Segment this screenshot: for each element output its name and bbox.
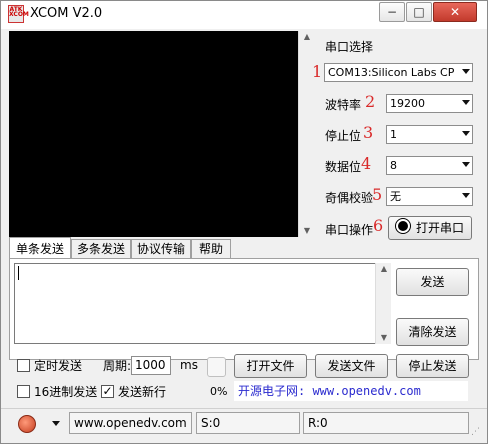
chevron-down-icon[interactable] xyxy=(52,421,60,426)
sent-count: S:0 xyxy=(196,412,300,434)
clear-send-button[interactable]: 清除发送 xyxy=(396,318,469,346)
hex-send-label: 16进制发送 xyxy=(34,385,98,399)
receive-text-area[interactable] xyxy=(9,31,298,237)
promo-banner[interactable]: 开源电子网: www.openedv.com xyxy=(234,381,468,401)
period-input[interactable]: 1000 xyxy=(131,356,171,375)
hex-send-checkbox[interactable] xyxy=(17,385,30,398)
send-button[interactable]: 发送 xyxy=(396,268,469,296)
databit-select-value: 8 xyxy=(390,159,397,172)
open-port-label: 打开串口 xyxy=(415,221,464,235)
scroll-up-arrow-icon[interactable]: ▲ xyxy=(376,263,392,275)
window-title: XCOM V2.0 xyxy=(30,6,103,21)
open-file-button[interactable]: 打开文件 xyxy=(234,354,307,378)
databit-index-marker: 4 xyxy=(361,154,372,173)
timed-send-checkbox[interactable] xyxy=(17,359,30,372)
tab-single-send[interactable]: 单条发送 xyxy=(9,237,71,259)
databit-label: 数据位 xyxy=(325,160,362,174)
send-scrollbar[interactable]: ▲ ▼ xyxy=(375,263,391,344)
app-logo-icon: ATK XCOM xyxy=(8,5,29,23)
resize-grip-icon[interactable]: ⋰ xyxy=(471,427,480,437)
port-select-label: 串口选择 xyxy=(325,40,374,54)
parity-select[interactable]: 无 xyxy=(386,187,473,206)
scroll-down-arrow-icon[interactable]: ▼ xyxy=(299,225,315,237)
stopbit-index-marker: 3 xyxy=(363,123,374,142)
parity-select-value: 无 xyxy=(390,190,401,203)
chevron-down-icon xyxy=(462,100,470,105)
received-count: R:0 xyxy=(303,412,469,434)
scroll-up-arrow-icon[interactable]: ▲ xyxy=(299,31,315,43)
chevron-down-icon xyxy=(462,131,470,136)
progress-percent: 0% xyxy=(210,385,228,398)
port-index-marker: 1 xyxy=(312,62,323,81)
baud-select[interactable]: 19200 xyxy=(386,94,473,113)
stop-send-button[interactable]: 停止发送 xyxy=(396,354,469,378)
chevron-down-icon xyxy=(462,162,470,167)
send-text-area[interactable] xyxy=(14,263,391,344)
port-op-label: 串口操作 xyxy=(325,223,374,237)
tab-multi-send[interactable]: 多条发送 xyxy=(71,239,131,259)
close-button[interactable]: ✕ xyxy=(433,2,477,22)
stopbit-select-value: 1 xyxy=(390,128,397,141)
chevron-down-icon xyxy=(462,69,470,74)
databit-select[interactable]: 8 xyxy=(386,156,473,175)
scroll-down-arrow-icon[interactable]: ▼ xyxy=(376,332,392,344)
stopbit-select[interactable]: 1 xyxy=(386,125,473,144)
port-op-index-marker: 6 xyxy=(373,216,384,235)
settings-gear-icon[interactable] xyxy=(18,415,36,433)
open-port-button[interactable]: 打开串口 xyxy=(388,216,472,240)
port-select-value: COM13:Silicon Labs CP xyxy=(328,66,455,79)
period-unit: ms xyxy=(180,358,198,372)
baud-select-value: 19200 xyxy=(390,97,425,110)
baud-index-marker: 2 xyxy=(365,92,376,111)
newline-label: 发送新行 xyxy=(118,385,167,399)
parity-index-marker: 5 xyxy=(372,185,383,204)
newline-checkbox[interactable]: ✓ xyxy=(101,385,114,398)
timed-send-label: 定时发送 xyxy=(34,359,83,373)
period-label: 周期: xyxy=(103,359,132,373)
minimize-button[interactable]: − xyxy=(379,2,405,22)
send-file-button[interactable]: 发送文件 xyxy=(315,354,388,378)
text-cursor xyxy=(18,266,19,280)
port-select[interactable]: COM13:Silicon Labs CP xyxy=(324,63,473,82)
port-status-icon xyxy=(395,219,410,233)
parity-label: 奇偶校验 xyxy=(325,191,374,205)
maximize-button[interactable]: □ xyxy=(406,2,432,22)
blank-indicator xyxy=(207,357,226,377)
website-link[interactable]: www.openedv.com xyxy=(69,412,192,434)
baud-label: 波特率 xyxy=(325,98,362,112)
tab-protocol[interactable]: 协议传输 xyxy=(131,239,191,259)
stopbit-label: 停止位 xyxy=(325,129,362,143)
chevron-down-icon xyxy=(462,193,470,198)
tab-help[interactable]: 帮助 xyxy=(191,239,231,259)
